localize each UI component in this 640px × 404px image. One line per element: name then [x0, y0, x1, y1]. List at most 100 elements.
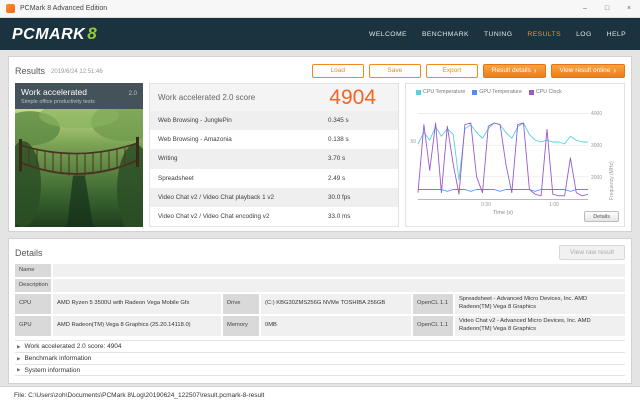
legend-swatch — [472, 89, 478, 95]
test-card: Work accelerated 2.0 Simple office produ… — [15, 83, 143, 227]
nav-item[interactable]: BENCHMARK — [422, 31, 469, 38]
chevron-right-icon: › — [613, 65, 616, 75]
file-path: File: C:\Users\zoh\Documents\PCMark 8\Lo… — [14, 392, 265, 399]
pcmark-logo: PCMARK 8 — [12, 24, 97, 44]
description-row: Description — [15, 279, 625, 292]
nav-item[interactable]: TUNING — [484, 31, 512, 38]
chevron-right-icon: › — [533, 65, 537, 75]
test-version: 2.0 — [128, 91, 137, 97]
app-icon — [6, 4, 15, 13]
right-axis-tick: 4000 — [591, 110, 603, 117]
chart-legend: CPU Temperature GPU Temperature CPU Cloc… — [406, 89, 624, 95]
score-row: Web Browsing - JunglePin 0.345 s — [150, 111, 398, 131]
score-value: 4904 — [329, 85, 376, 109]
close-button[interactable]: × — [618, 0, 640, 17]
results-cards: Work accelerated 2.0 Simple office produ… — [15, 83, 625, 227]
results-actions: Load Save Export Result details › View r… — [311, 63, 625, 78]
spec-label-2: Memory — [223, 316, 259, 336]
minimize-button[interactable]: – — [574, 0, 596, 17]
maximize-button[interactable]: □ — [596, 0, 618, 17]
nav-item[interactable]: LOG — [576, 31, 592, 38]
expand-rows: ▶ Work accelerated 2.0 score: 4904 ▶ Ben… — [15, 340, 625, 376]
score-row-value: 2.49 s — [328, 174, 346, 182]
test-photo — [15, 109, 143, 227]
spec-value-1: AMD Ryzen 5 3500U with Radeon Vega Mobil… — [53, 294, 221, 314]
name-label: Name — [15, 264, 51, 277]
details-title: Details — [15, 247, 43, 258]
nav-item[interactable]: RESULTS — [527, 31, 561, 38]
legend-item: GPU Temperature — [472, 89, 522, 95]
spec-label-2: Drive — [223, 294, 259, 314]
result-details-button[interactable]: Result details › — [482, 63, 546, 78]
description-label: Description — [15, 279, 51, 292]
score-row-value: 3.70 s — [328, 155, 346, 163]
x-axis-label: Time (s) — [493, 210, 513, 216]
legend-item: CPU Clock — [528, 89, 562, 95]
x-axis-ticks: 0:30 1:00 — [418, 202, 588, 209]
name-row: Name — [15, 264, 625, 277]
score-row: Video Chat v2 / Video Chat encoding v2 3… — [150, 207, 398, 226]
legend-label: CPU Clock — [535, 89, 562, 95]
left-axis-ticks: 50 — [405, 104, 416, 200]
spec-value-2: (C:) KBG30ZMS256G NVMe TOSHIBA 256GB — [261, 294, 411, 314]
expand-row[interactable]: ▶ Work accelerated 2.0 score: 4904 — [15, 340, 625, 352]
score-row-value: 33.0 ms — [328, 212, 351, 220]
score-row-label: Video Chat v2 / Video Chat encoding v2 — [158, 212, 270, 220]
nav-item[interactable]: HELP — [607, 31, 626, 38]
spec-label-1: GPU — [15, 316, 51, 336]
chevron-right-icon: ▶ — [17, 343, 21, 349]
expand-row-label: Work accelerated 2.0 score: 4904 — [24, 343, 122, 350]
legend-swatch — [416, 89, 421, 95]
chevron-right-icon: ▶ — [17, 355, 21, 361]
score-row-label: Web Browsing - Amazonia — [158, 136, 232, 144]
right-axis-ticks: 2000 3000 4000 — [591, 104, 607, 200]
chart-card: CPU Temperature GPU Temperature CPU Cloc… — [405, 83, 625, 227]
score-row-value: 0.138 s — [328, 136, 349, 144]
legend-swatch — [528, 89, 534, 95]
spec-label-1: CPU — [15, 294, 51, 314]
status-bar: File: C:\Users\zoh\Documents\PCMark 8\Lo… — [0, 386, 640, 404]
view-result-online-button[interactable]: View result online › — [550, 63, 625, 78]
score-row-label: Writing — [158, 155, 178, 163]
spec-rows: CPU AMD Ryzen 5 3500U with Radeon Vega M… — [15, 294, 625, 336]
titlebar: PCMark 8 Advanced Edition – □ × — [0, 0, 640, 18]
view-result-online-label: View result online — [559, 67, 611, 74]
score-row-label: Video Chat v2 / Video Chat playback 1 v2 — [158, 193, 274, 201]
details-header: Details View raw result — [15, 244, 625, 261]
chart-details-button[interactable]: Details — [584, 211, 619, 222]
spec-value-2: 0MB — [261, 316, 411, 336]
legend-item: CPU Temperature — [416, 89, 465, 95]
results-title: Results — [15, 65, 46, 76]
score-card: Work accelerated 2.0 score 4904 Web Brow… — [149, 83, 399, 227]
right-axis-tick: 3000 — [591, 142, 603, 149]
spec-row: GPU AMD Radeon(TM) Vega 8 Graphics (25.2… — [15, 316, 625, 336]
legend-label: CPU Temperature — [423, 89, 466, 95]
performance-chart — [417, 113, 589, 200]
spec-row: CPU AMD Ryzen 5 3500U with Radeon Vega M… — [15, 294, 625, 314]
expand-row[interactable]: ▶ System information — [15, 364, 625, 376]
jungle-bridge-graphic — [15, 109, 143, 227]
score-row: Writing 3.70 s — [150, 149, 398, 169]
description-value — [53, 279, 625, 292]
score-row-value: 30.0 fps — [328, 193, 351, 201]
details-info-table: Name Description CPU AMD Ryzen 5 3500U w… — [15, 264, 625, 336]
save-button[interactable]: Save — [368, 63, 421, 78]
main-nav: WELCOME BENCHMARK TUNING RESULTS LOG HEL… — [369, 31, 626, 38]
load-button[interactable]: Load — [311, 63, 364, 78]
logo-badge-8: 8 — [87, 24, 97, 43]
nav-item[interactable]: WELCOME — [369, 31, 407, 38]
score-title: Work accelerated 2.0 score — [158, 93, 256, 102]
chevron-right-icon: ▶ — [17, 367, 21, 372]
score-row-label: Spreadsheet — [158, 174, 194, 182]
export-button[interactable]: Export — [425, 63, 478, 78]
results-header: Results 2019/6/24 12:51:46 Load Save Exp… — [15, 62, 625, 79]
window-controls: – □ × — [574, 0, 640, 17]
spec-value-1: AMD Radeon(TM) Vega 8 Graphics (25.20.14… — [53, 316, 221, 336]
details-panel: Details View raw result Name Description… — [8, 238, 632, 384]
expand-row[interactable]: ▶ Benchmark information — [15, 352, 625, 364]
score-row: Spreadsheet 2.49 s — [150, 169, 398, 188]
expand-row-label: System information — [24, 366, 81, 374]
spec-value-3: Video Chat v2 - Advanced Micro Devices, … — [455, 316, 625, 336]
view-raw-result-button[interactable]: View raw result — [559, 245, 625, 260]
spec-value-3: Spreadsheet - Advanced Micro Devices, In… — [455, 294, 625, 314]
